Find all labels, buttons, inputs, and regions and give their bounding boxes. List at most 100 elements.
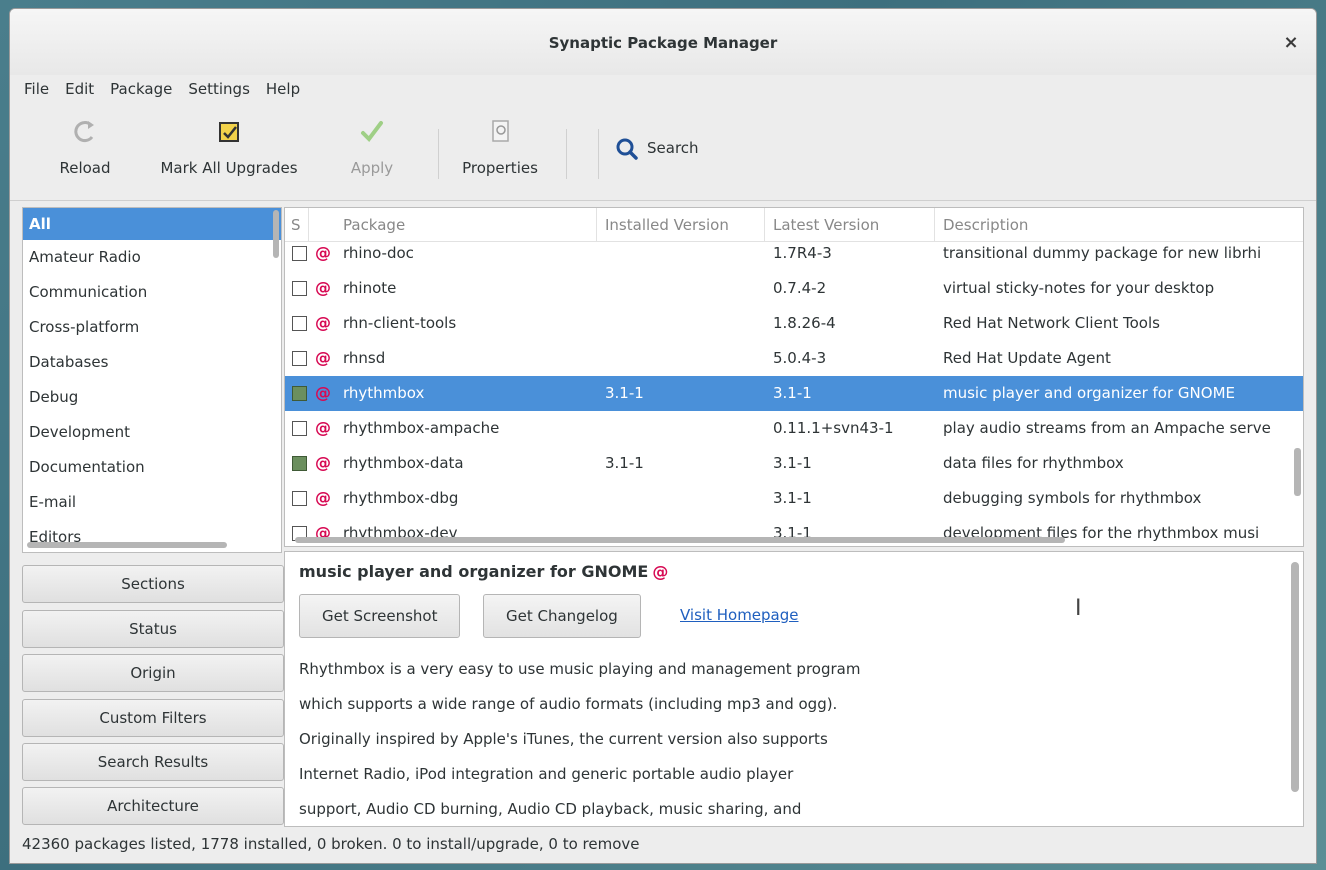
section-item[interactable]: Development [23, 415, 281, 450]
column-header-description[interactable]: Description [935, 208, 1303, 242]
description-cell: debugging symbols for rhythmbox [943, 489, 1202, 507]
reload-button[interactable]: Reload [40, 113, 130, 187]
mark-upgrades-icon [219, 122, 239, 142]
section-item[interactable]: Documentation [23, 450, 281, 485]
section-item[interactable]: Debug [23, 380, 281, 415]
package-name-cell: rhinote [343, 279, 397, 297]
toolbar: Reload Mark All Upgrades Apply Propertie… [10, 105, 1316, 201]
installed-version-cell [605, 242, 765, 271]
toolbar-separator [438, 129, 439, 179]
debian-icon: @ [652, 562, 669, 581]
table-row[interactable]: @ rhn-client-tools 1.8.26-4 Red Hat Network… [285, 306, 1303, 341]
description-cell: transitional dummy package for new librh… [943, 244, 1262, 262]
package-name-cell: rhythmbox-data [343, 454, 464, 472]
mark-all-upgrades-button[interactable]: Mark All Upgrades [144, 113, 314, 187]
table-header: S Package Installed Version Latest Versi… [285, 208, 1303, 242]
package-table: S Package Installed Version Latest Versi… [284, 207, 1304, 547]
package-checkbox[interactable] [292, 386, 307, 401]
package-checkbox[interactable] [292, 351, 307, 366]
table-row[interactable]: @ rhythmbox-ampache 0.11.1+svn43-1 play aud… [285, 411, 1303, 446]
latest-version-cell: 3.1-1 [773, 489, 812, 507]
get-changelog-button[interactable]: Get Changelog [483, 594, 641, 638]
section-item[interactable]: All [23, 208, 281, 240]
installed-version-cell [605, 271, 765, 306]
table-vertical-scrollbar[interactable] [1294, 448, 1301, 496]
get-screenshot-button[interactable]: Get Screenshot [299, 594, 461, 638]
latest-version-cell: 3.1-1 [773, 384, 812, 402]
reload-icon [74, 121, 94, 142]
details-title: music player and organizer for GNOME @ [299, 562, 668, 581]
filter-status-button[interactable]: Status [22, 610, 284, 648]
package-checkbox[interactable] [292, 421, 307, 436]
menu-settings[interactable]: Settings [186, 80, 258, 98]
package-checkbox[interactable] [292, 316, 307, 331]
filter-architecture-button[interactable]: Architecture [22, 787, 284, 825]
section-item[interactable]: Amateur Radio [23, 240, 281, 275]
section-item[interactable]: Cross-platform [23, 310, 281, 345]
toolbar-separator [566, 129, 567, 179]
mark-all-upgrades-label: Mark All Upgrades [160, 159, 298, 177]
section-item[interactable]: Communication [23, 275, 281, 310]
section-item[interactable]: Editors [23, 520, 281, 552]
menu-edit[interactable]: Edit [63, 80, 102, 98]
apply-button[interactable]: Apply [332, 113, 412, 187]
latest-version-cell: 5.0.4-3 [773, 349, 827, 367]
installed-version-cell: 3.1-1 [605, 384, 644, 402]
installed-version-cell [605, 306, 765, 341]
visit-homepage-link[interactable]: Visit Homepage [680, 606, 799, 624]
search-label: Search [647, 139, 699, 157]
filter-origin-button[interactable]: Origin [22, 654, 284, 692]
column-header-installed-version[interactable]: Installed Version [597, 208, 765, 242]
sections-horizontal-scrollbar[interactable] [27, 542, 227, 548]
details-vertical-scrollbar[interactable] [1291, 562, 1299, 792]
properties-button[interactable]: Properties [450, 113, 550, 187]
menu-file[interactable]: File [22, 80, 57, 98]
menu-package[interactable]: Package [108, 80, 180, 98]
apply-label: Apply [350, 159, 394, 177]
debian-icon: @ [315, 313, 331, 332]
filter-sections-button[interactable]: Sections [22, 565, 284, 603]
details-description: Rhythmbox is a very easy to use music pl… [299, 652, 979, 826]
description-cell: Red Hat Network Client Tools [943, 314, 1160, 332]
installed-version-cell: 3.1-1 [605, 454, 644, 472]
table-row[interactable]: @ rhnsd 5.0.4-3 Red Hat Update Agent [285, 341, 1303, 376]
debian-icon: @ [315, 418, 331, 437]
table-row[interactable]: @ rhythmbox-data 3.1-1 3.1-1 data files for … [285, 446, 1303, 481]
debian-icon: @ [315, 348, 331, 367]
menu-help[interactable]: Help [264, 80, 308, 98]
reload-label: Reload [59, 159, 111, 177]
column-header-package[interactable]: Package [335, 208, 597, 242]
filter-search-results-button[interactable]: Search Results [22, 743, 284, 781]
section-item[interactable]: E-mail [23, 485, 281, 520]
sections-list: All Amateur Radio Communication Cross-pl… [22, 207, 282, 553]
window-title: Synaptic Package Manager [548, 34, 778, 52]
description-line: which supports a wide range of audio for… [299, 695, 838, 713]
table-row[interactable]: @ rhinote 0.7.4-2 virtual sticky-notes for … [285, 271, 1303, 306]
details-title-text: music player and organizer for GNOME [299, 562, 649, 581]
filter-custom-filters-button[interactable]: Custom Filters [22, 699, 284, 737]
package-checkbox[interactable] [292, 491, 307, 506]
package-name-cell: rhino-doc [343, 244, 414, 262]
table-row[interactable]: @ rhythmbox 3.1-1 3.1-1 music player and org… [285, 376, 1303, 411]
section-item[interactable]: Databases [23, 345, 281, 380]
package-checkbox[interactable] [292, 456, 307, 471]
description-line: Internet Radio, iPod integration and gen… [299, 765, 794, 783]
latest-version-cell: 1.7R4-3 [773, 244, 832, 262]
column-header-status[interactable]: S [285, 208, 309, 242]
sections-vertical-scrollbar[interactable] [273, 210, 279, 258]
package-checkbox[interactable] [292, 281, 307, 296]
debian-icon: @ [315, 278, 331, 297]
search-button[interactable]: Search [615, 133, 715, 169]
debian-icon: @ [315, 383, 331, 402]
package-checkbox[interactable] [292, 246, 307, 261]
close-icon[interactable]: × [1280, 32, 1302, 54]
installed-version-cell [605, 411, 765, 446]
latest-version-cell: 0.7.4-2 [773, 279, 827, 297]
table-horizontal-scrollbar[interactable] [295, 537, 1065, 543]
table-row[interactable]: @ rhino-doc 1.7R4-3 transitional dummy pack… [285, 242, 1303, 271]
checkmark-icon [361, 121, 383, 143]
menu-bar: File Edit Package Settings Help [10, 75, 1316, 103]
column-header-latest-version[interactable]: Latest Version [765, 208, 935, 242]
table-row[interactable]: @ rhythmbox-dbg 3.1-1 debugging symbols for… [285, 481, 1303, 516]
installed-version-cell [605, 481, 765, 516]
